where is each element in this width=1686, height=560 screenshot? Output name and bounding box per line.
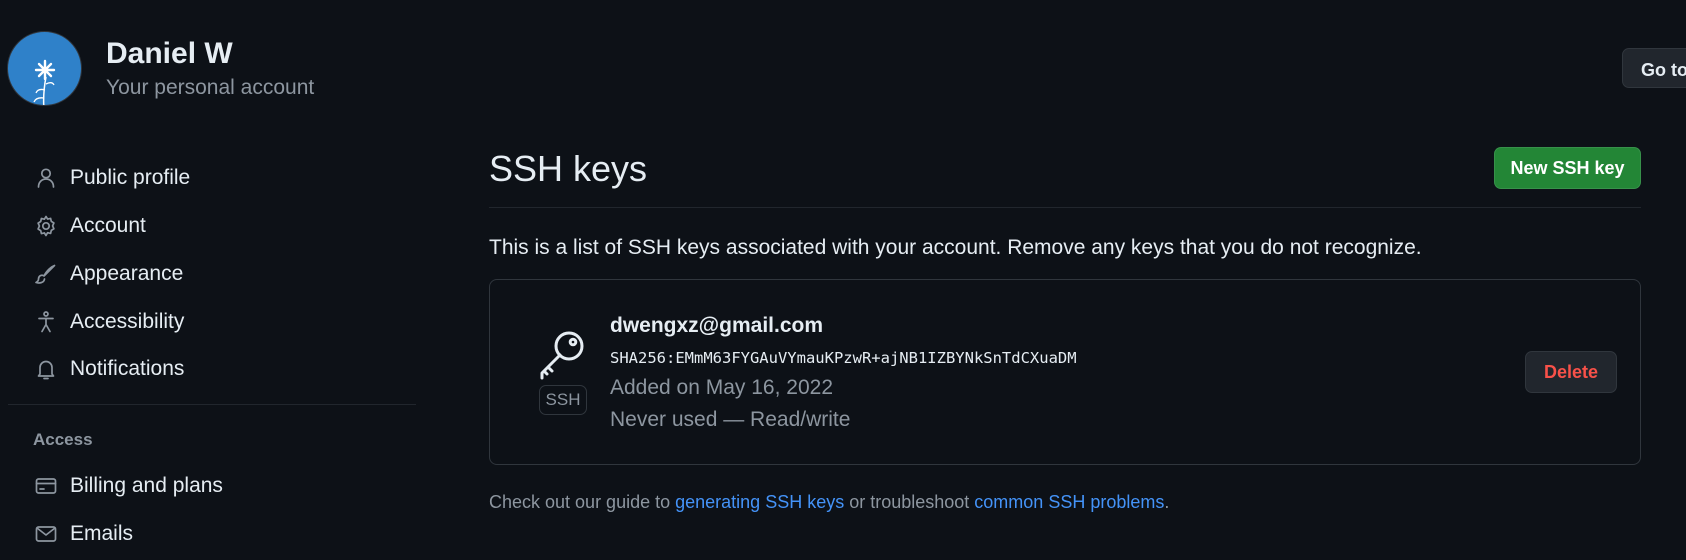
avatar[interactable]: [8, 32, 81, 105]
ssh-badge: SSH: [539, 385, 587, 415]
page-title: SSH keys: [489, 148, 648, 189]
sidebar-section-access: Access: [33, 430, 93, 449]
sidebar-item-label: Notifications: [70, 357, 185, 380]
sidebar-item-account[interactable]: Account: [33, 208, 146, 244]
ssh-key-usage: Never used — Read/write: [610, 408, 851, 431]
ssh-key-list-item: [489, 279, 1641, 465]
accessibility-icon: [33, 310, 58, 335]
sidebar-item-label: Public profile: [70, 166, 191, 189]
go-to-profile-button[interactable]: Go to: [1622, 48, 1686, 88]
mail-icon: [33, 522, 58, 547]
credit-card-icon: [33, 474, 58, 499]
ssh-key-added-date: Added on May 16, 2022: [610, 376, 834, 399]
ssh-key-fingerprint: SHA256:EMmM63FYGAuVYmauKPzwR+ajNB1IZBYNk…: [610, 349, 1077, 367]
sidebar-item-label: Account: [70, 214, 146, 237]
sidebar-item-emails[interactable]: Emails: [33, 516, 133, 552]
account-subtitle: Your personal account: [106, 76, 315, 99]
sidebar-item-accessibility[interactable]: Accessibility: [33, 304, 184, 340]
footer-note: Check out our guide to generating SSH ke…: [489, 492, 1169, 513]
common-ssh-problems-link[interactable]: common SSH problems: [974, 492, 1164, 512]
delete-key-button[interactable]: Delete: [1525, 351, 1617, 393]
account-name: Daniel W: [106, 37, 233, 70]
sidebar-item-label: Emails: [70, 522, 134, 545]
title-divider: [489, 207, 1641, 208]
paintbrush-icon: [33, 262, 58, 287]
sidebar-item-notifications[interactable]: Notifications: [33, 351, 184, 387]
footer-prefix: Check out our guide to: [489, 492, 676, 512]
new-ssh-key-button[interactable]: New SSH key: [1494, 147, 1641, 189]
sidebar-item-appearance[interactable]: Appearance: [33, 256, 183, 292]
footer-suffix: .: [1164, 492, 1170, 512]
intro-text: This is a list of SSH keys associated wi…: [489, 236, 1422, 259]
generating-ssh-keys-link[interactable]: generating SSH keys: [675, 492, 844, 512]
gear-icon: [33, 214, 58, 239]
sidebar-item-public-profile[interactable]: Public profile: [33, 160, 190, 196]
sidebar-item-label: Billing and plans: [70, 474, 223, 497]
key-icon: [535, 326, 589, 380]
sidebar-item-billing[interactable]: Billing and plans: [33, 468, 223, 504]
sidebar-divider: [8, 404, 416, 405]
person-icon: [33, 166, 58, 191]
bell-icon: [33, 357, 58, 382]
sidebar-item-label: Accessibility: [70, 310, 185, 333]
sidebar-item-label: Appearance: [70, 262, 184, 285]
footer-middle: or troubleshoot: [844, 492, 975, 512]
ssh-key-title: dwengxz@gmail.com: [610, 314, 824, 337]
